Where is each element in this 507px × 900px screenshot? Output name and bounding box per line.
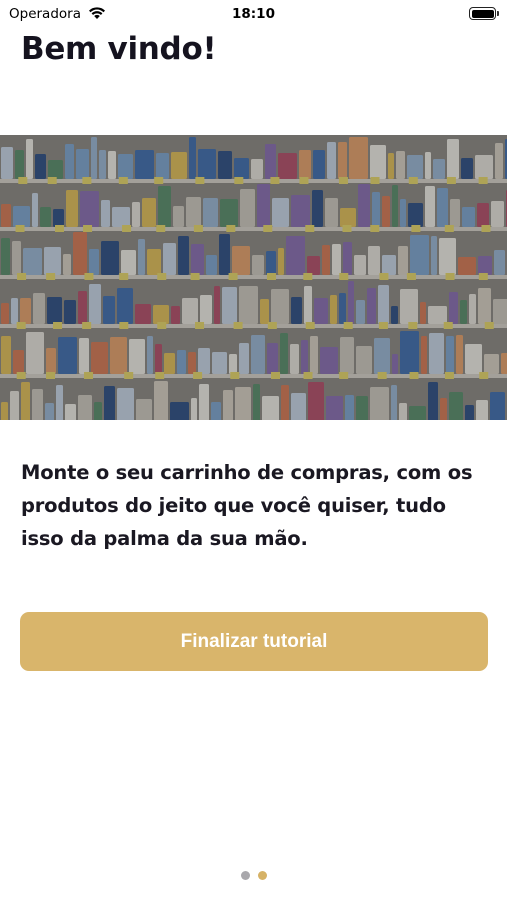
page-dot-2[interactable]	[257, 871, 267, 880]
tutorial-description: Monte o seu carrinho de compras, com os …	[21, 461, 473, 550]
battery-icon	[469, 7, 499, 20]
page-dot-1[interactable]	[240, 871, 250, 880]
page-title: Bem vindo!	[21, 31, 217, 67]
page-indicator	[0, 871, 507, 880]
finish-tutorial-button[interactable]: Finalizar tutorial	[20, 612, 488, 671]
supermarket-shelves-image	[0, 135, 507, 420]
status-time: 18:10	[232, 6, 275, 22]
status-bar: Operadora 18:10	[0, 0, 507, 28]
